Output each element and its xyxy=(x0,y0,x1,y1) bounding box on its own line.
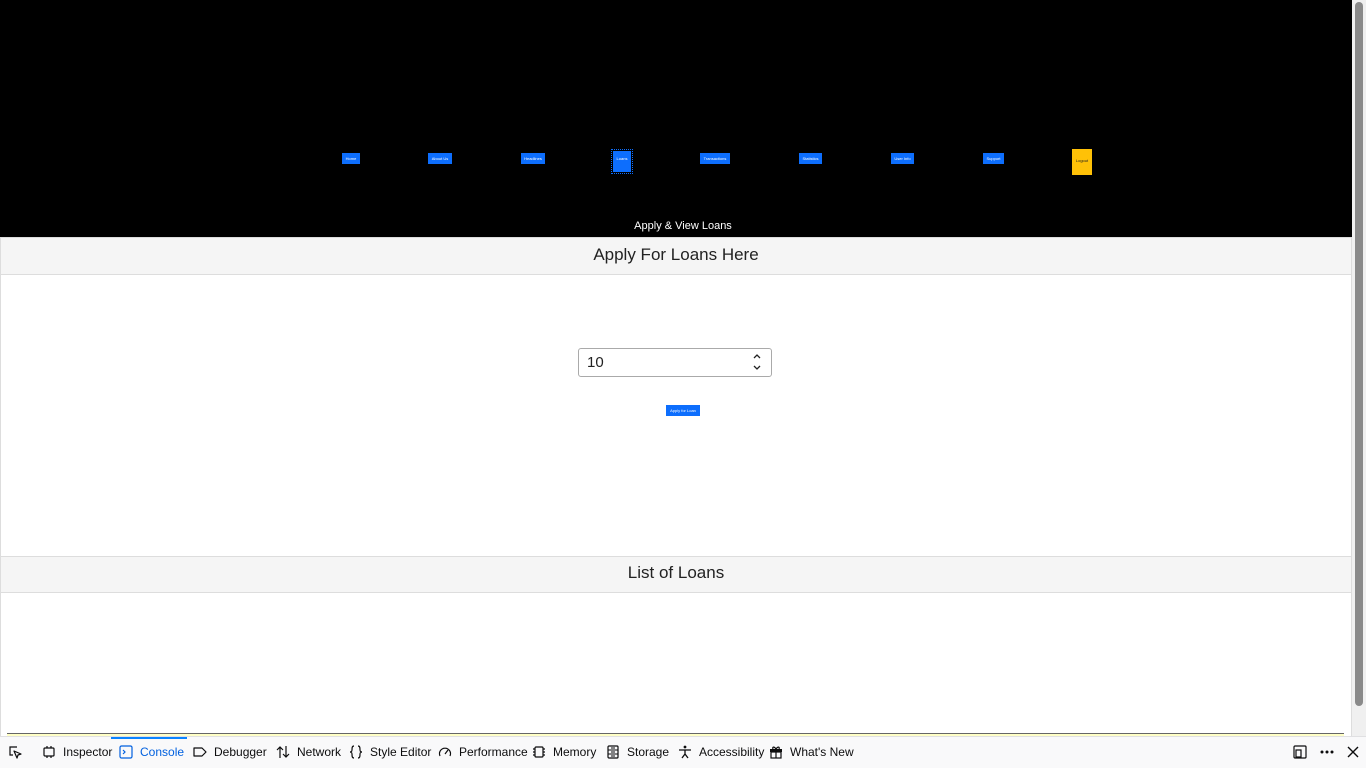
tab-label: Memory xyxy=(553,745,597,759)
tab-label: Console xyxy=(140,745,185,759)
console-icon xyxy=(119,745,133,759)
element-picker-icon[interactable] xyxy=(8,737,26,768)
nav-support-button[interactable]: Support xyxy=(983,153,1004,164)
tab-performance[interactable]: Performance xyxy=(438,737,528,768)
devtools-toolbar: Inspector Console Debugger Network Style… xyxy=(0,736,1366,768)
apply-loan-title: Apply For Loans Here xyxy=(1,238,1351,275)
tab-network[interactable]: Network xyxy=(276,737,342,768)
tab-label: What's New xyxy=(790,745,854,759)
storage-icon xyxy=(607,745,619,759)
page-scrollbar[interactable] xyxy=(1352,0,1366,736)
nav-statistics-button[interactable]: Statistics xyxy=(799,153,822,164)
style-editor-icon xyxy=(349,745,363,759)
memory-icon xyxy=(533,746,545,758)
nav-transactions-button[interactable]: Transactions xyxy=(700,153,730,164)
responsive-design-icon[interactable] xyxy=(1293,745,1307,759)
spinner-icon[interactable] xyxy=(751,352,763,373)
debugger-icon xyxy=(193,747,207,757)
apply-loan-card: Apply For Loans Here Apply for Loan xyxy=(0,237,1352,558)
tab-storage[interactable]: Storage xyxy=(606,737,669,768)
logout-button[interactable]: Logout xyxy=(1072,149,1092,175)
more-options-icon[interactable] xyxy=(1320,745,1334,759)
gift-icon xyxy=(770,746,782,759)
tab-whats-new[interactable]: What's New xyxy=(769,737,854,768)
tab-label: Storage xyxy=(627,745,670,759)
performance-icon xyxy=(438,747,452,757)
nav-home-button[interactable]: Home xyxy=(342,153,360,164)
network-icon xyxy=(276,746,290,758)
tab-label: Performance xyxy=(459,745,528,759)
loan-amount-input[interactable] xyxy=(587,352,747,373)
tab-debugger[interactable]: Debugger xyxy=(193,737,267,768)
loan-list-card: List of Loans xyxy=(0,556,1352,736)
tab-console[interactable]: Console xyxy=(111,737,187,768)
tab-label: Network xyxy=(297,745,342,759)
site-header: Home About Us Headlines Loans Transactio… xyxy=(0,0,1352,237)
scrollbar-thumb[interactable] xyxy=(1355,2,1363,706)
tab-label: Style Editor xyxy=(370,745,432,759)
loan-list-title: List of Loans xyxy=(1,557,1351,593)
loan-amount-field[interactable] xyxy=(578,348,772,377)
tab-memory[interactable]: Memory xyxy=(532,737,596,768)
nav-headlines-button[interactable]: Headlines xyxy=(521,153,545,164)
tab-label: Debugger xyxy=(214,745,267,759)
nav-loans-button[interactable]: Loans xyxy=(611,149,633,174)
tab-inspector[interactable]: Inspector xyxy=(42,737,112,768)
close-icon[interactable] xyxy=(1346,745,1360,759)
tab-style-editor[interactable]: Style Editor xyxy=(349,737,431,768)
page-viewport: Home About Us Headlines Loans Transactio… xyxy=(0,0,1352,736)
nav-about-button[interactable]: About Us xyxy=(428,153,452,164)
inspector-icon xyxy=(43,746,55,758)
tab-label: Inspector xyxy=(63,745,113,759)
accessibility-icon xyxy=(679,745,691,759)
apply-loan-button[interactable]: Apply for Loan xyxy=(666,405,700,416)
tab-accessibility[interactable]: Accessibility xyxy=(678,737,764,768)
tab-label: Accessibility xyxy=(699,745,765,759)
header-subtitle: Apply & View Loans xyxy=(634,220,732,232)
nav-user-info-button[interactable]: User Info xyxy=(891,153,914,164)
